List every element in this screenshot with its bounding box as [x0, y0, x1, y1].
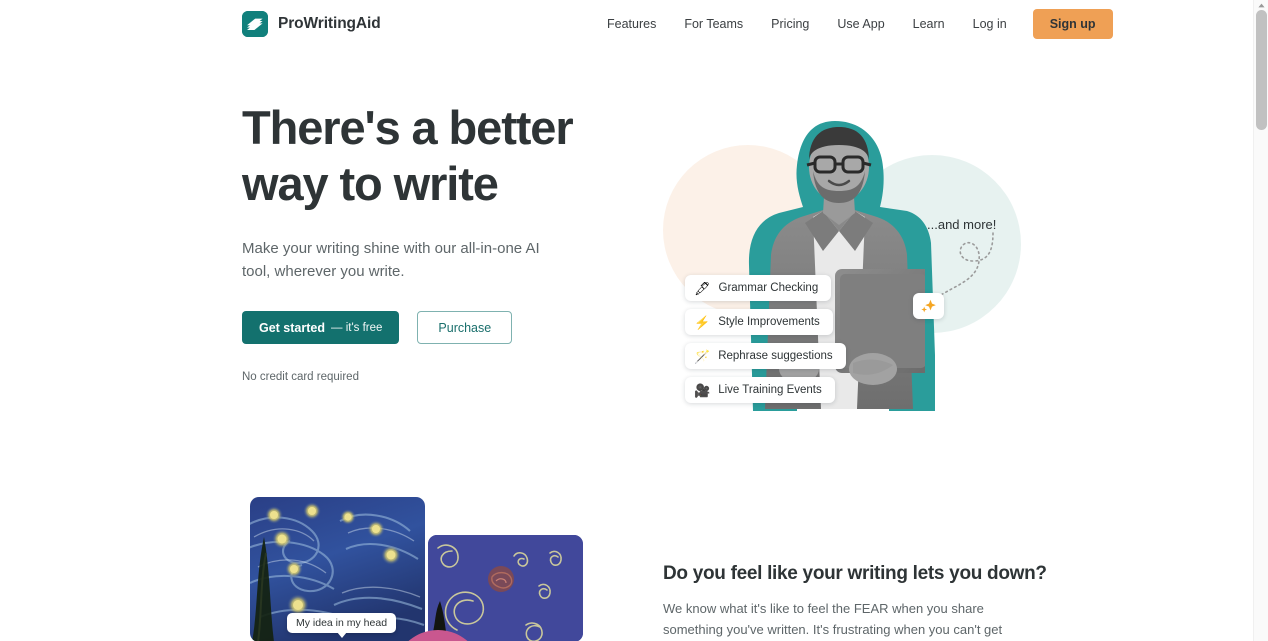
hero-title-line-2: way to write: [242, 157, 499, 211]
feature-card-label: Grammar Checking: [718, 282, 819, 294]
purchase-button[interactable]: Purchase: [417, 311, 513, 345]
page-scrollbar-thumb[interactable]: [1256, 10, 1267, 130]
movie-camera-icon: 🎥: [694, 382, 711, 398]
feature-card-live-training-events[interactable]: 🎥 Live Training Events: [685, 377, 835, 403]
book-stack-logo-icon: [242, 11, 268, 37]
and-more-label: ...and more!: [927, 217, 997, 232]
lightning-bolt-icon: ⚡: [694, 314, 711, 330]
sign-up-button[interactable]: Sign up: [1032, 9, 1113, 39]
site-header: ProWritingAid Features For Teams Pricing…: [0, 0, 1253, 48]
crude-spiral-doodle-drawing: [428, 535, 583, 641]
feature-card-rephrase-suggestions[interactable]: 🪄 Rephrase suggestions: [685, 343, 846, 369]
feature-card-style-improvements[interactable]: ⚡ Style Improvements: [685, 309, 833, 335]
magic-wand-icon: 🪄: [694, 348, 711, 364]
feature-card-grammar-checking[interactable]: 🖋 Grammar Checking: [685, 275, 832, 301]
nav-item-features[interactable]: Features: [600, 11, 670, 37]
hero-subtitle: Make your writing shine with our all-in-…: [242, 239, 540, 281]
my-idea-tooltip: My idea in my head: [287, 613, 397, 638]
hero-copy: There's a better way to write Make your …: [242, 100, 642, 383]
get-started-label: Get started: [259, 320, 325, 335]
sparkles-badge: sparkles-icon: [913, 293, 944, 319]
feature-card-label: Rephrase suggestions: [718, 350, 833, 362]
nav-item-learn[interactable]: Learn: [899, 11, 959, 37]
get-started-suffix: — it's free: [331, 321, 383, 334]
main-navigation: Features For Teams Pricing Use App Learn…: [600, 0, 1113, 48]
nav-item-for-teams[interactable]: For Teams: [670, 11, 757, 37]
feature-card-label: Style Improvements: [718, 316, 820, 328]
lower-copy: Do you feel like your writing lets you d…: [663, 563, 1047, 641]
doodle-drawing-panel: [428, 535, 583, 641]
no-credit-card-note: No credit card required: [242, 371, 359, 384]
get-started-button[interactable]: Get started — it's free: [242, 311, 400, 345]
sparkles-glyph-icon: [921, 299, 936, 312]
scrollbar-up-arrow-icon[interactable]: [1254, 0, 1268, 10]
hero-title: There's a better way to write: [242, 100, 642, 213]
hero-illustration: 🖋 Grammar Checking ⚡ Style Improvements …: [655, 103, 1021, 443]
feature-card-list: 🖋 Grammar Checking ⚡ Style Improvements …: [685, 275, 846, 403]
nav-item-use-app[interactable]: Use App: [823, 11, 898, 37]
brand-name: ProWritingAid: [278, 15, 381, 32]
pen-icon: 🖋: [694, 280, 711, 296]
brand-logo-link[interactable]: ProWritingAid: [242, 11, 381, 37]
feature-card-label: Live Training Events: [718, 384, 822, 396]
illustration-panels: My idea in my head: [242, 497, 592, 641]
hero-actions: Get started — it's free Purchase: [242, 311, 642, 345]
lower-heading: Do you feel like your writing lets you d…: [663, 563, 1047, 584]
nav-item-log-in[interactable]: Log in: [959, 11, 1021, 37]
lower-section: My idea in my head Do you feel like your…: [0, 468, 1253, 641]
hero-title-line-1: There's a better: [242, 101, 574, 154]
page-root: ProWritingAid Features For Teams Pricing…: [0, 0, 1268, 641]
lower-body-text: We know what it's like to feel the FEAR …: [663, 601, 1003, 638]
hero-section: There's a better way to write Make your …: [0, 48, 1253, 468]
page-scrollbar-track[interactable]: [1253, 0, 1268, 641]
nav-item-pricing[interactable]: Pricing: [757, 11, 823, 37]
